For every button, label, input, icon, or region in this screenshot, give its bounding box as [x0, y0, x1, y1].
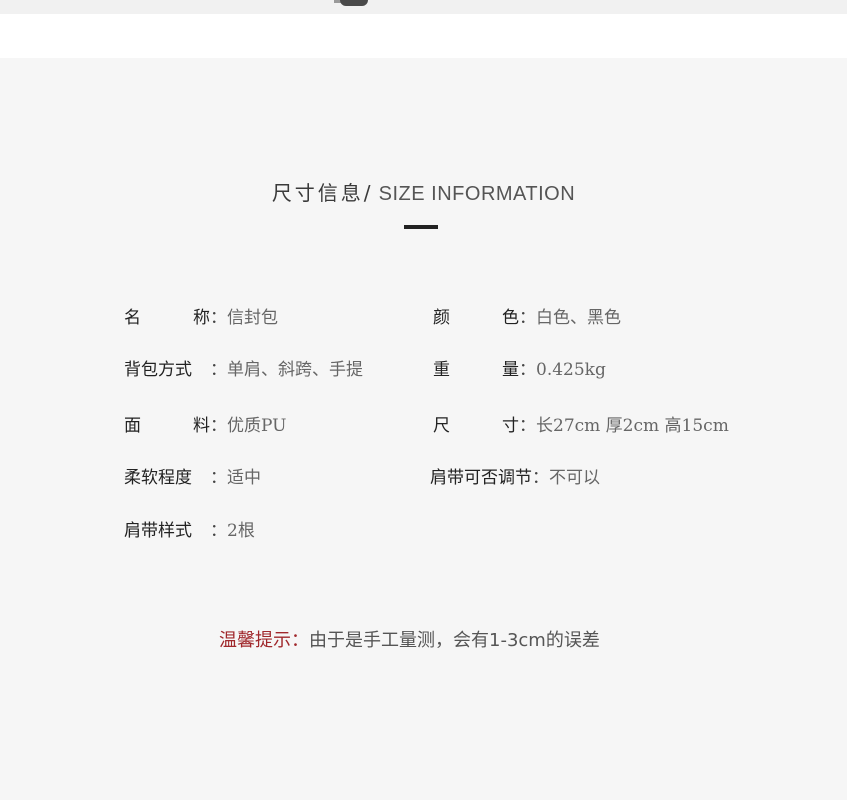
spec-label: 面 料 [124, 416, 210, 436]
spec-colon: ： [210, 521, 227, 541]
product-image-edge [340, 0, 368, 6]
tip-text: 由于是手工量测，会有1-3cm的误差 [309, 630, 600, 651]
spec-row-strap-style: 肩带样式 ：2根 [124, 519, 255, 543]
spec-value: 白色、黑色 [536, 308, 621, 328]
spec-colon: ： [210, 468, 227, 488]
spec-label: 尺 寸 [433, 416, 519, 436]
spec-colon: ： [532, 468, 549, 488]
section-title-en: SIZE INFORMATION [378, 183, 576, 205]
spec-value: 0.425kg [536, 360, 606, 380]
spec-label: 颜 色 [433, 308, 519, 328]
top-image-strip [0, 0, 847, 14]
spec-value: 不可以 [549, 468, 600, 488]
spec-value: 长27cm 厚2cm 高15cm [536, 416, 729, 436]
spec-label: 名 称 [124, 308, 210, 328]
spec-value: 单肩、斜跨、手提 [227, 360, 363, 380]
spec-row-carry: 背包方式 ：单肩、斜跨、手提 [124, 358, 363, 382]
spec-row-softness: 柔软程度 ：适中 [124, 466, 261, 490]
spec-row-color: 颜 色：白色、黑色 [433, 306, 621, 330]
tip-label: 温馨提示： [219, 630, 309, 651]
spec-row-weight: 重 量：0.425kg [433, 358, 606, 382]
spec-label: 肩带样式 [124, 521, 192, 541]
spec-colon: ： [210, 360, 227, 380]
spec-colon: ： [519, 416, 536, 436]
spec-row-material: 面 料：优质PU [124, 414, 286, 438]
spec-value: 2根 [227, 521, 255, 541]
spec-value: 优质PU [227, 416, 287, 436]
spec-row-size: 尺 寸：长27cm 厚2cm 高15cm [433, 414, 729, 438]
spec-colon: ： [210, 416, 227, 436]
title-underline [404, 225, 438, 229]
spec-row-adjustable: 肩带可否调节：不可以 [430, 466, 600, 490]
section-title-cn: 尺寸信息/ [271, 181, 374, 205]
section-header: 尺寸信息/ SIZE INFORMATION [0, 177, 847, 206]
spec-label: 肩带可否调节 [430, 468, 532, 488]
measurement-tip: 温馨提示：由于是手工量测，会有1-3cm的误差 [219, 626, 600, 652]
spec-colon: ： [519, 308, 536, 328]
spec-label: 柔软程度 [124, 468, 192, 488]
spec-row-name: 名 称：信封包 [124, 306, 278, 330]
spec-value: 适中 [227, 468, 261, 488]
spec-colon: ： [519, 360, 536, 380]
spec-colon: ： [210, 308, 227, 328]
spec-value: 信封包 [227, 308, 278, 328]
spec-label: 背包方式 [124, 360, 192, 380]
spec-label: 重 量 [433, 360, 519, 380]
